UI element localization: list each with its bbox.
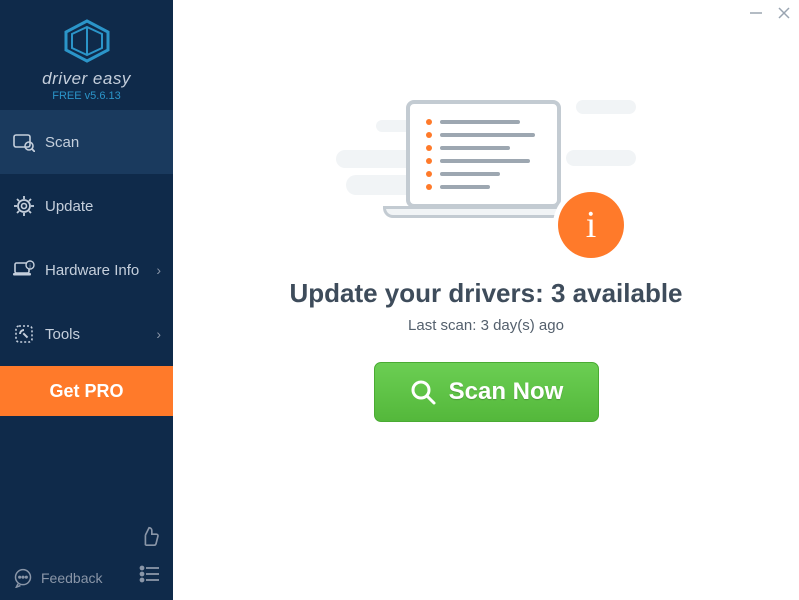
feedback-button[interactable]: Feedback xyxy=(13,568,102,588)
app-name: driver easy xyxy=(42,69,131,89)
minimize-icon xyxy=(749,6,763,20)
scan-now-label: Scan Now xyxy=(449,378,564,406)
list-button[interactable] xyxy=(139,565,161,588)
hardware-icon: i xyxy=(13,259,35,281)
get-pro-button[interactable]: Get PRO xyxy=(0,366,173,416)
get-pro-label: Get PRO xyxy=(49,381,123,402)
gear-icon xyxy=(13,195,35,217)
minimize-button[interactable] xyxy=(749,6,763,25)
tools-icon xyxy=(13,323,35,345)
logo-icon xyxy=(62,19,112,63)
sidebar-item-label: Scan xyxy=(45,134,79,151)
thumbs-up-icon xyxy=(139,525,161,547)
content-area: i Update your drivers: 3 available Last … xyxy=(173,0,799,422)
chevron-right-icon: › xyxy=(156,326,161,342)
window-controls xyxy=(749,6,791,25)
illustration: i xyxy=(336,90,636,260)
sidebar-item-label: Hardware Info xyxy=(45,262,139,279)
list-icon xyxy=(139,565,161,583)
sidebar-item-update[interactable]: Update xyxy=(0,174,173,238)
feedback-label: Feedback xyxy=(41,570,102,586)
close-button[interactable] xyxy=(777,6,791,25)
headline: Update your drivers: 3 available xyxy=(289,278,682,309)
logo-area: driver easy FREE v5.6.13 xyxy=(0,0,173,110)
sidebar-item-scan[interactable]: Scan xyxy=(0,110,173,174)
feedback-icon xyxy=(13,568,33,588)
sidebar-item-tools[interactable]: Tools › xyxy=(0,302,173,366)
scan-icon xyxy=(13,131,35,153)
sidebar-item-hardware-info[interactable]: i Hardware Info › xyxy=(0,238,173,302)
svg-text:i: i xyxy=(29,264,30,270)
close-icon xyxy=(777,6,791,20)
info-badge-icon: i xyxy=(558,192,624,258)
chevron-right-icon: › xyxy=(156,262,161,278)
scan-now-button[interactable]: Scan Now xyxy=(374,362,599,422)
sidebar-item-label: Update xyxy=(45,198,93,215)
main-panel: i Update your drivers: 3 available Last … xyxy=(173,0,799,600)
app-version: FREE v5.6.13 xyxy=(52,90,120,102)
magnifier-icon xyxy=(409,378,437,406)
thumbs-up-button[interactable] xyxy=(139,525,161,552)
last-scan-text: Last scan: 3 day(s) ago xyxy=(408,317,564,334)
sidebar: driver easy FREE v5.6.13 Scan Update i H… xyxy=(0,0,173,600)
sidebar-item-label: Tools xyxy=(45,326,80,343)
